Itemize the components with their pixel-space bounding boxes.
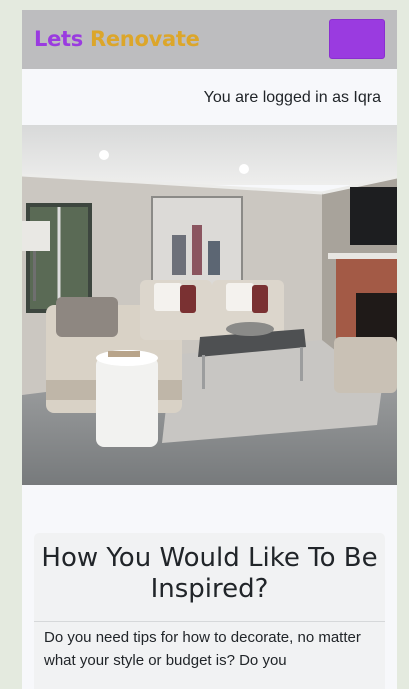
brand-logo[interactable]: Lets Renovate [34, 27, 200, 51]
card-header: How You Would Like To Be Inspired? [34, 533, 385, 622]
page-container: Lets Renovate You are logged in as Iqra [22, 10, 397, 689]
login-status-text: You are logged in as Iqra [203, 89, 381, 106]
brand-word-renovate: Renovate [89, 27, 200, 51]
section-body-text: Do you need tips for how to decorate, no… [44, 629, 361, 669]
brand-word-lets: Lets [34, 27, 83, 51]
section-title: How You Would Like To Be Inspired? [41, 543, 378, 604]
inspiration-card: How You Would Like To Be Inspired? Do yo… [34, 533, 385, 689]
menu-toggle-button[interactable] [329, 19, 385, 59]
living-room-photo [22, 125, 397, 485]
navbar: Lets Renovate [22, 10, 397, 69]
